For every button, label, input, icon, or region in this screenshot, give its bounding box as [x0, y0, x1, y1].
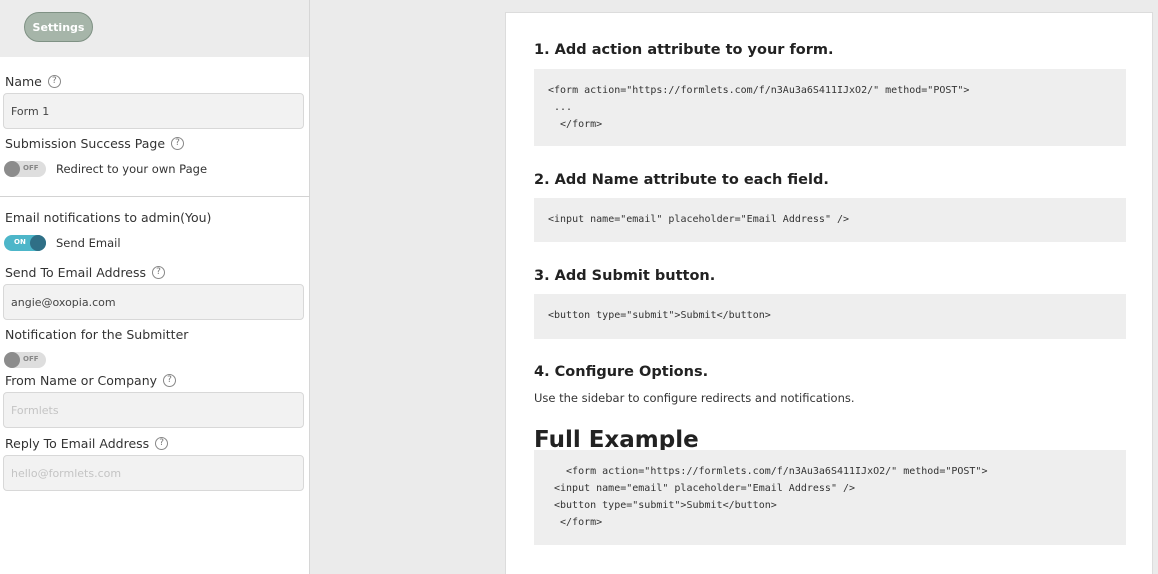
step-2-title: 2. Add Name attribute to each field.: [534, 172, 829, 188]
section-divider: [0, 196, 310, 197]
help-icon[interactable]: ?: [155, 437, 169, 450]
form-name-input[interactable]: Form 1: [3, 93, 304, 129]
send-to-label: Send To Email Address ?: [5, 265, 166, 280]
toggle-state-text: OFF: [23, 164, 39, 172]
send-to-email-input[interactable]: angie@oxopia.com: [3, 284, 304, 320]
step-1-code-block: <form action="https://formlets.com/f/n3A…: [534, 69, 1126, 146]
help-icon[interactable]: ?: [171, 137, 185, 150]
instructions-card: 1. Add action attribute to your form. <f…: [505, 12, 1153, 574]
submitter-notification-label: Notification for the Submitter: [5, 327, 188, 342]
toggle-knob: [4, 161, 20, 177]
redirect-toggle-label: Redirect to your own Page: [56, 162, 208, 176]
email-admin-label: Email notifications to admin(You): [5, 210, 211, 225]
submitter-label-text: Notification for the Submitter: [5, 327, 189, 342]
toggle-knob: [30, 235, 46, 251]
send-to-label-text: Send To Email Address: [5, 265, 147, 280]
sidebar-header: Settings: [0, 0, 309, 57]
name-label-text: Name: [5, 74, 42, 89]
toggle-knob: [4, 352, 20, 368]
toggle-state-text: ON: [14, 238, 26, 246]
step-1-suffix: attribute to your form.: [642, 42, 834, 58]
from-name-label-text: From Name or Company: [5, 373, 158, 388]
step-2-code-block: <input name="email" placeholder="Email A…: [534, 198, 1126, 242]
from-name-label: From Name or Company ?: [5, 373, 177, 388]
step-1-title: 1. Add action attribute to your form.: [534, 42, 834, 58]
step-1-keyword: action: [591, 42, 643, 58]
success-page-label-text: Submission Success Page: [5, 136, 166, 151]
redirect-toggle[interactable]: OFF: [4, 161, 46, 177]
step-3-code-block: <button type="submit">Submit</button>: [534, 294, 1126, 339]
step-2-keyword: Name: [591, 172, 639, 188]
help-icon[interactable]: ?: [47, 75, 61, 88]
reply-to-label: Reply To Email Address ?: [5, 436, 169, 451]
settings-button[interactable]: Settings: [24, 12, 93, 42]
send-email-toggle[interactable]: ON: [4, 235, 46, 251]
success-page-label: Submission Success Page ?: [5, 136, 185, 151]
reply-to-label-text: Reply To Email Address: [5, 436, 150, 451]
submitter-toggle[interactable]: OFF: [4, 352, 46, 368]
send-email-toggle-label: Send Email: [56, 236, 121, 250]
step-4-title: 4. Configure Options.: [534, 364, 709, 380]
full-example-code-block: <form action="https://formlets.com/f/n3A…: [534, 450, 1126, 545]
name-field-label: Name ?: [5, 74, 61, 89]
email-admin-label-text: Email notifications to admin(You): [5, 210, 212, 225]
step-3-title: 3. Add Submit button.: [534, 268, 716, 284]
step-2-suffix: attribute to each field.: [638, 172, 829, 188]
from-name-input[interactable]: Formlets: [3, 392, 304, 428]
step-4-description: Use the sidebar to configure redirects a…: [534, 391, 855, 405]
toggle-state-text: OFF: [23, 355, 39, 363]
help-icon[interactable]: ?: [163, 374, 177, 387]
help-icon[interactable]: ?: [152, 266, 166, 279]
step-1-prefix: 1. Add: [534, 42, 592, 58]
settings-sidebar: Settings Name ? Form 1 Submission Succes…: [0, 0, 310, 574]
reply-to-email-input[interactable]: hello@formlets.com: [3, 455, 304, 491]
step-2-prefix: 2. Add: [534, 172, 592, 188]
